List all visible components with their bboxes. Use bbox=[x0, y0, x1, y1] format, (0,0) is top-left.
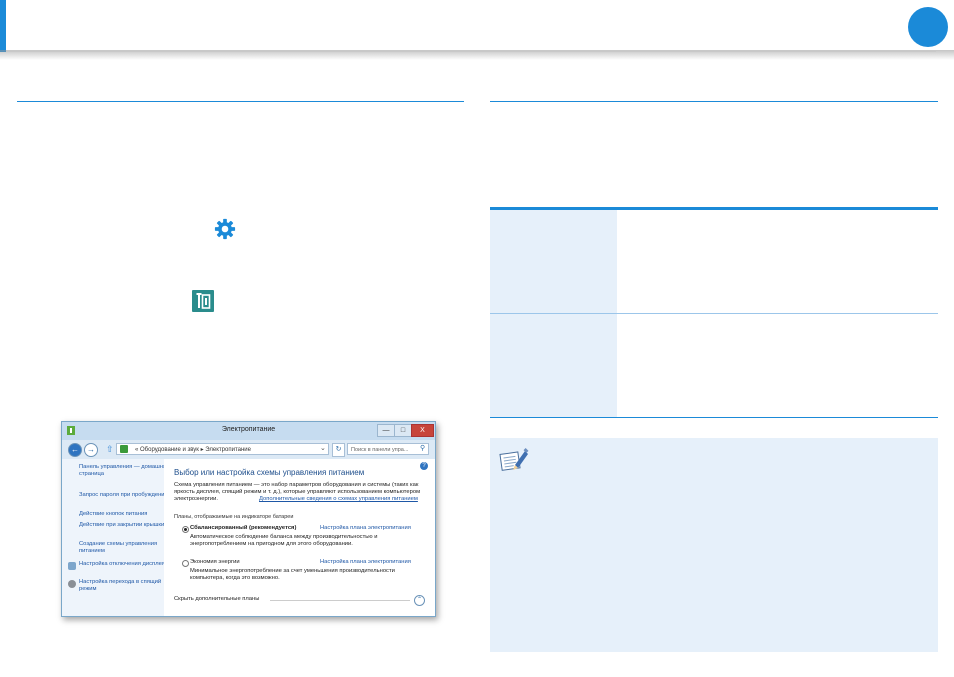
plans-label: Планы, отображаемые на индикаторе батаре… bbox=[174, 514, 294, 520]
power-options-window: Электропитание — □ X ← → ⇧ « Оборудовани… bbox=[61, 421, 436, 617]
sidebar-item-home[interactable]: Панель управления — домашняя страница bbox=[79, 464, 171, 478]
plan-desc-power-saver: Минимальное энергопотребление за счет ум… bbox=[190, 568, 395, 581]
left-section-rule bbox=[17, 101, 464, 102]
more-info-link[interactable]: Дополнительные сведения о схемах управле… bbox=[259, 496, 418, 503]
plan-desc-balanced: Автоматическое соблюдение баланса между … bbox=[190, 534, 378, 547]
right-section-rule bbox=[490, 101, 938, 102]
note-pencil-icon bbox=[499, 448, 529, 471]
table-cell-plan-1 bbox=[490, 210, 617, 313]
display-icon bbox=[68, 562, 76, 570]
breadcrumb-dropdown-icon[interactable]: ⌄ bbox=[320, 443, 326, 455]
collapse-button[interactable]: ⌃ bbox=[414, 595, 425, 606]
note-box bbox=[490, 438, 938, 652]
minimize-button[interactable]: — bbox=[377, 424, 395, 437]
maximize-button[interactable]: □ bbox=[394, 424, 412, 437]
hide-more-plans[interactable]: Скрыть дополнительные планы bbox=[174, 596, 259, 603]
header-divider bbox=[6, 50, 936, 52]
back-button[interactable]: ← bbox=[68, 443, 82, 457]
forward-button[interactable]: → bbox=[84, 443, 98, 457]
close-button[interactable]: X bbox=[411, 424, 434, 437]
page-title: Выбор или настройка схемы управления пит… bbox=[174, 468, 365, 477]
search-icon[interactable]: ⚲ bbox=[420, 444, 425, 452]
breadcrumb-text: « Оборудование и звук ▸ Электропитание bbox=[135, 447, 251, 453]
power-settings-icon bbox=[192, 290, 214, 312]
table-cell-plan-2 bbox=[490, 314, 617, 417]
chapter-badge bbox=[908, 7, 948, 47]
control-panel-icon bbox=[120, 445, 128, 453]
gear-icon bbox=[214, 218, 236, 240]
sleep-icon bbox=[68, 580, 76, 588]
sidebar-item-lid-action[interactable]: Действие при закрытии крышки bbox=[79, 522, 171, 529]
window-titlebar[interactable]: Электропитание — □ X bbox=[62, 422, 435, 440]
plan-settings-link-power-saver[interactable]: Настройка плана электропитания bbox=[320, 559, 411, 566]
divider bbox=[270, 600, 410, 601]
address-bar: ← → ⇧ « Оборудование и звук ▸ Электропит… bbox=[62, 440, 435, 460]
sidebar-item-sleep[interactable]: Настройка перехода в спящий режим bbox=[79, 579, 171, 593]
sidebar-item-power-buttons[interactable]: Действие кнопок питания bbox=[79, 511, 171, 518]
plan-name-balanced: Сбалансированный (рекомендуется) bbox=[190, 525, 297, 531]
breadcrumb[interactable]: « Оборудование и звук ▸ Электропитание bbox=[116, 443, 329, 455]
help-icon[interactable]: ? bbox=[420, 462, 428, 470]
search-input[interactable]: Поиск в панели упра... bbox=[347, 443, 429, 455]
sidebar-item-wake-password[interactable]: Запрос пароля при пробуждении bbox=[79, 492, 171, 499]
sidebar-item-create-plan[interactable]: Создание схемы управления питанием bbox=[79, 541, 171, 555]
refresh-button[interactable]: ↻ bbox=[332, 443, 345, 457]
plan-radio-balanced[interactable] bbox=[182, 526, 189, 533]
header-accent-bar bbox=[0, 0, 6, 52]
table-bottom-border bbox=[490, 417, 938, 418]
window-sidebar: Панель управления — домашняя страница За… bbox=[62, 459, 169, 616]
up-arrow-icon[interactable]: ⇧ bbox=[106, 444, 114, 455]
plan-settings-link-balanced[interactable]: Настройка плана электропитания bbox=[320, 525, 411, 532]
sidebar-item-display-off[interactable]: Настройка отключения дисплея bbox=[79, 561, 171, 568]
plan-name-power-saver: Экономия энергии bbox=[190, 559, 240, 565]
window-main: Выбор или настройка схемы управления пит… bbox=[164, 459, 435, 616]
plan-radio-power-saver[interactable] bbox=[182, 560, 189, 567]
